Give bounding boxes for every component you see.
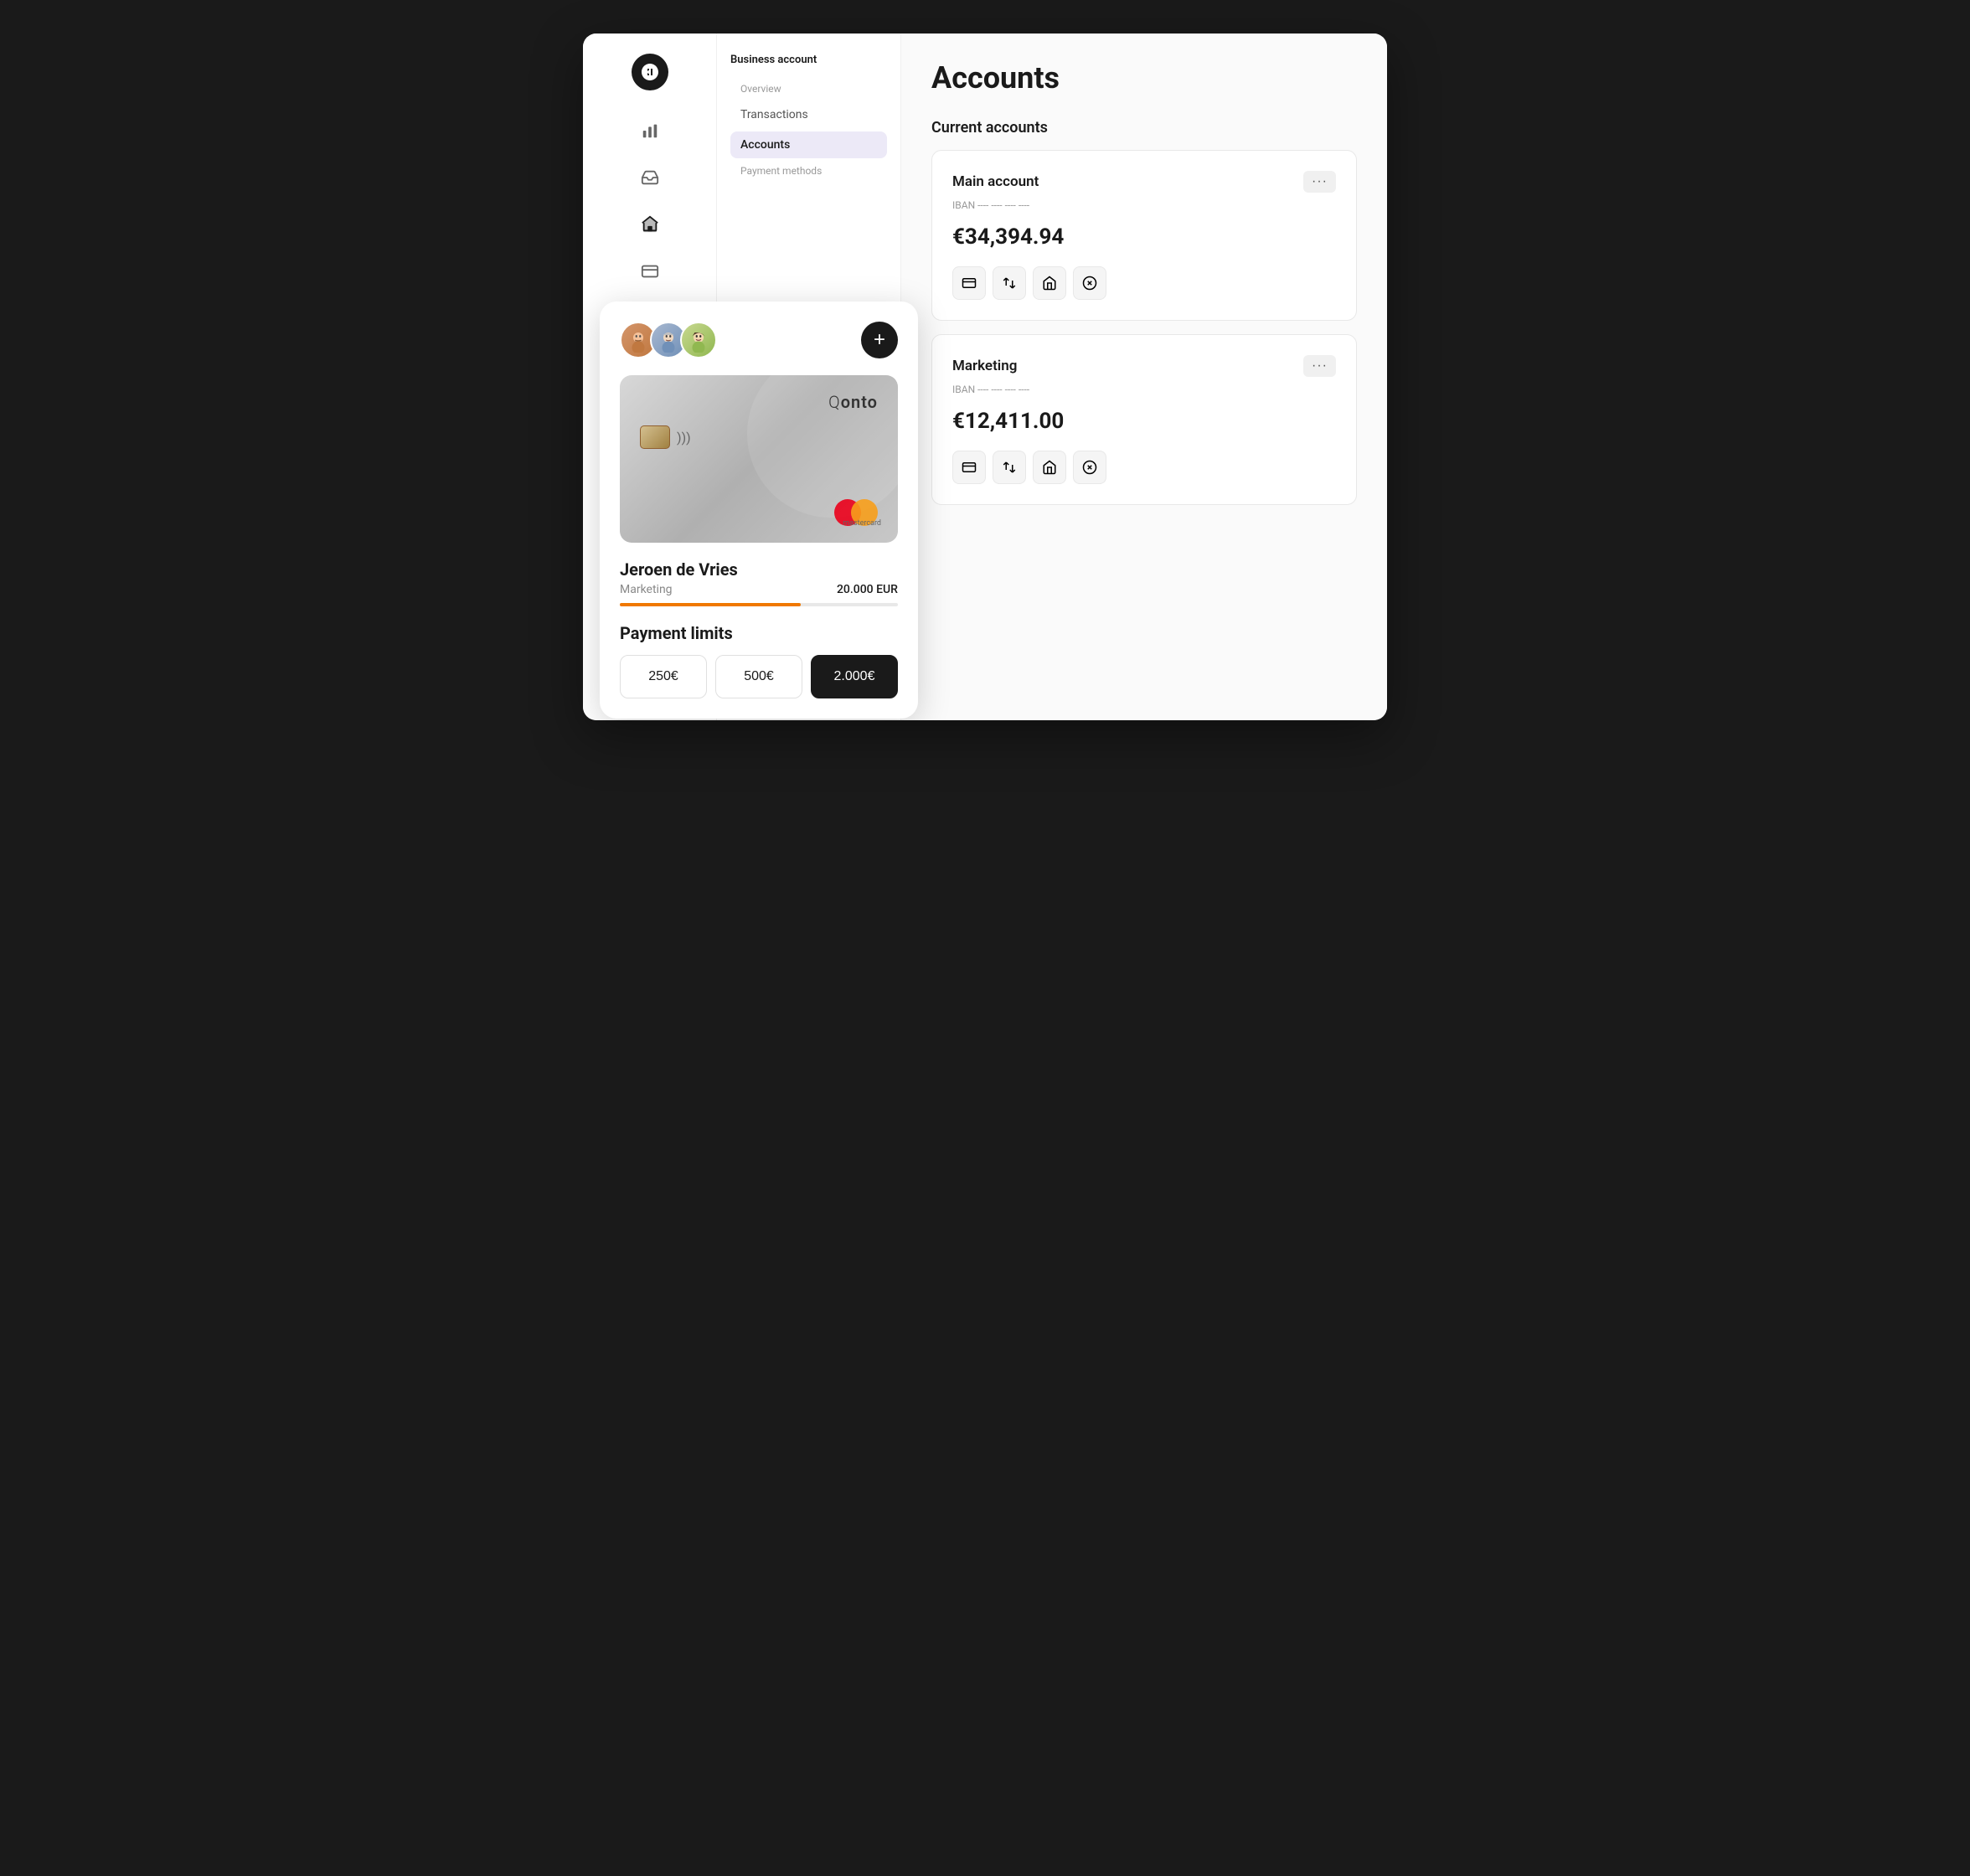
more-button-marketing[interactable]: ···	[1303, 355, 1336, 377]
close-action-icon-2	[1082, 460, 1097, 475]
logo[interactable]: ✕	[632, 54, 668, 90]
account-card-marketing: Marketing ··· IBAN ---- ---- ---- ---- €…	[931, 334, 1357, 505]
account-card-main: Main account ··· IBAN ---- ---- ---- ---…	[931, 150, 1357, 321]
action-receive-marketing[interactable]	[1033, 451, 1066, 484]
action-receive-main[interactable]	[1033, 266, 1066, 300]
person1-face-icon	[626, 327, 651, 353]
card-action-icon-2	[962, 460, 977, 475]
balance-main: €34,394.94	[952, 224, 1336, 250]
limit-btn-500[interactable]: 500€	[715, 655, 802, 698]
plus-icon: +	[874, 328, 885, 352]
action-transfer-main[interactable]	[993, 266, 1026, 300]
svg-text:✕: ✕	[644, 67, 652, 78]
main-content: Accounts Current accounts Main account ·…	[901, 34, 1387, 720]
card-department: Marketing	[620, 583, 673, 596]
person2-face-icon	[656, 327, 681, 353]
account-name-marketing: Marketing	[952, 358, 1017, 374]
payment-limits-title: Payment limits	[620, 623, 898, 643]
card-panel: + Qonto ))) mastercard Jeroen de Vries M…	[600, 302, 918, 719]
card-chip-area: )))	[640, 425, 878, 449]
nav-item-transactions[interactable]: Transactions	[730, 101, 887, 128]
action-card-marketing[interactable]	[952, 451, 986, 484]
close-action-icon	[1082, 276, 1097, 291]
card-limit-amount: 20.000 EUR	[837, 583, 898, 596]
card-panel-header: +	[620, 322, 898, 358]
limit-buttons: 250€ 500€ 2.000€	[620, 655, 898, 698]
sidebar-item-analytics[interactable]	[635, 116, 665, 146]
nav-label-payment-methods: Payment methods	[730, 162, 887, 180]
limit-btn-2000[interactable]: 2.000€	[811, 655, 898, 698]
account-card-header-main: Main account ···	[952, 171, 1336, 193]
avatar-group	[620, 322, 717, 358]
bar-chart-icon	[641, 121, 659, 140]
bank-icon	[641, 215, 659, 234]
card-meta: Marketing 20.000 EUR	[620, 583, 898, 596]
bank-card: Qonto ))) mastercard	[620, 375, 898, 543]
page-title: Accounts	[931, 60, 1357, 95]
limit-progress-fill	[620, 603, 801, 606]
current-accounts-title: Current accounts	[931, 119, 1357, 137]
mastercard-label: mastercard	[843, 519, 881, 528]
sidebar-item-inbox[interactable]	[635, 162, 665, 193]
transfer-icon-2	[1002, 460, 1017, 475]
action-close-marketing[interactable]	[1073, 451, 1106, 484]
card-owner-name: Jeroen de Vries	[620, 559, 898, 580]
more-button-main[interactable]: ···	[1303, 171, 1336, 193]
inbox-icon	[641, 168, 659, 187]
sidebar-item-cards[interactable]	[635, 256, 665, 286]
nav-item-accounts[interactable]: Accounts	[730, 131, 887, 158]
person3-face-icon	[686, 327, 711, 353]
account-actions-main	[952, 266, 1336, 300]
receive-icon	[1042, 276, 1057, 291]
account-name-main: Main account	[952, 173, 1039, 190]
iban-marketing: IBAN ---- ---- ---- ----	[952, 384, 1336, 395]
balance-marketing: €12,411.00	[952, 409, 1336, 434]
action-transfer-marketing[interactable]	[993, 451, 1026, 484]
logo-icon: ✕	[640, 62, 660, 82]
card-icon	[641, 262, 659, 281]
account-actions-marketing	[952, 451, 1336, 484]
action-card-main[interactable]	[952, 266, 986, 300]
receive-icon-2	[1042, 460, 1057, 475]
avatar-3[interactable]	[680, 322, 717, 358]
transfer-icon	[1002, 276, 1017, 291]
limit-btn-250[interactable]: 250€	[620, 655, 707, 698]
account-card-header-marketing: Marketing ···	[952, 355, 1336, 377]
nav-label-overview: Overview	[730, 80, 887, 98]
contactless-icon: )))	[677, 430, 691, 446]
card-action-icon	[962, 276, 977, 291]
nav-section-title: Business account	[730, 54, 887, 66]
qonto-card-logo: Qonto	[828, 392, 878, 413]
sidebar-item-accounts[interactable]	[635, 209, 665, 240]
action-close-main[interactable]	[1073, 266, 1106, 300]
app-container: ✕ Business account	[583, 34, 1387, 720]
iban-main: IBAN ---- ---- ---- ----	[952, 199, 1336, 211]
chip-icon	[640, 425, 670, 449]
limit-progress-bar	[620, 603, 898, 606]
add-person-button[interactable]: +	[861, 322, 898, 358]
